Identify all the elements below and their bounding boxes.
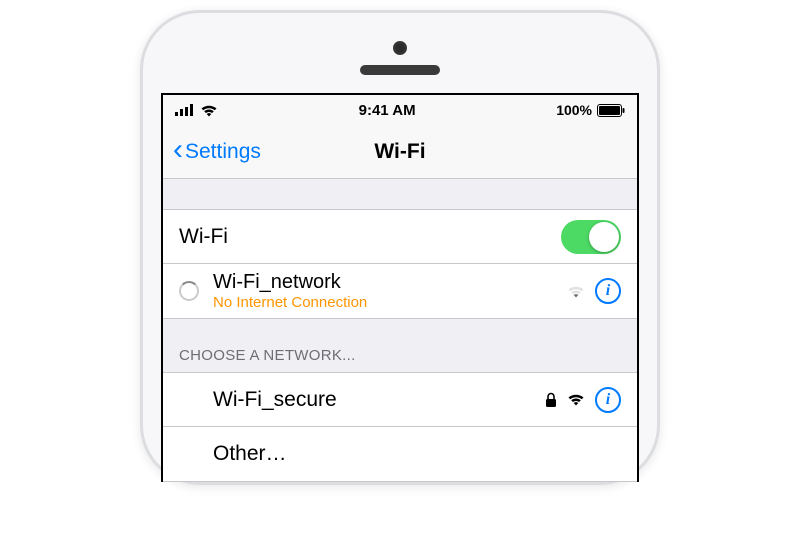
current-network-row[interactable]: Wi-Fi_network No Internet Connection i [163,264,637,319]
back-label: Settings [185,140,261,164]
chevron-left-icon: ‹ [173,135,183,165]
screen: 9:41 AM 100% ‹ Settings Wi-Fi Wi-Fi [161,93,639,482]
current-network-name: Wi-Fi_network [213,271,567,294]
phone-hardware-top [161,33,639,93]
wifi-toggle-row[interactable]: Wi-Fi [163,209,637,264]
phone-frame: 9:41 AM 100% ‹ Settings Wi-Fi Wi-Fi [140,10,660,485]
wifi-toggle-label: Wi-Fi [179,225,561,249]
other-network-row[interactable]: Other… [163,427,637,482]
cellular-signal-icon [175,104,195,116]
wifi-toggle[interactable] [561,220,621,254]
back-button[interactable]: ‹ Settings [173,137,261,167]
wifi-signal-weak-icon [567,285,585,298]
battery-icon [597,104,625,117]
network-name: Wi-Fi_secure [213,388,545,412]
network-row[interactable]: Wi-Fi_secure i [163,372,637,427]
front-camera [393,41,407,55]
loading-spinner-icon [179,281,199,301]
choose-network-header: CHOOSE A NETWORK... [163,319,637,372]
wifi-signal-icon [567,393,585,406]
status-bar: 9:41 AM 100% [163,95,637,125]
info-button[interactable]: i [595,278,621,304]
lock-icon [545,392,557,408]
section-gap [163,179,637,209]
wifi-status-icon [200,104,218,117]
speaker-grille [360,65,440,75]
info-button[interactable]: i [595,387,621,413]
navigation-bar: ‹ Settings Wi-Fi [163,125,637,179]
battery-percent: 100% [556,102,592,118]
current-network-status: No Internet Connection [213,294,567,311]
other-label: Other… [213,442,621,466]
status-time: 9:41 AM [359,102,416,119]
